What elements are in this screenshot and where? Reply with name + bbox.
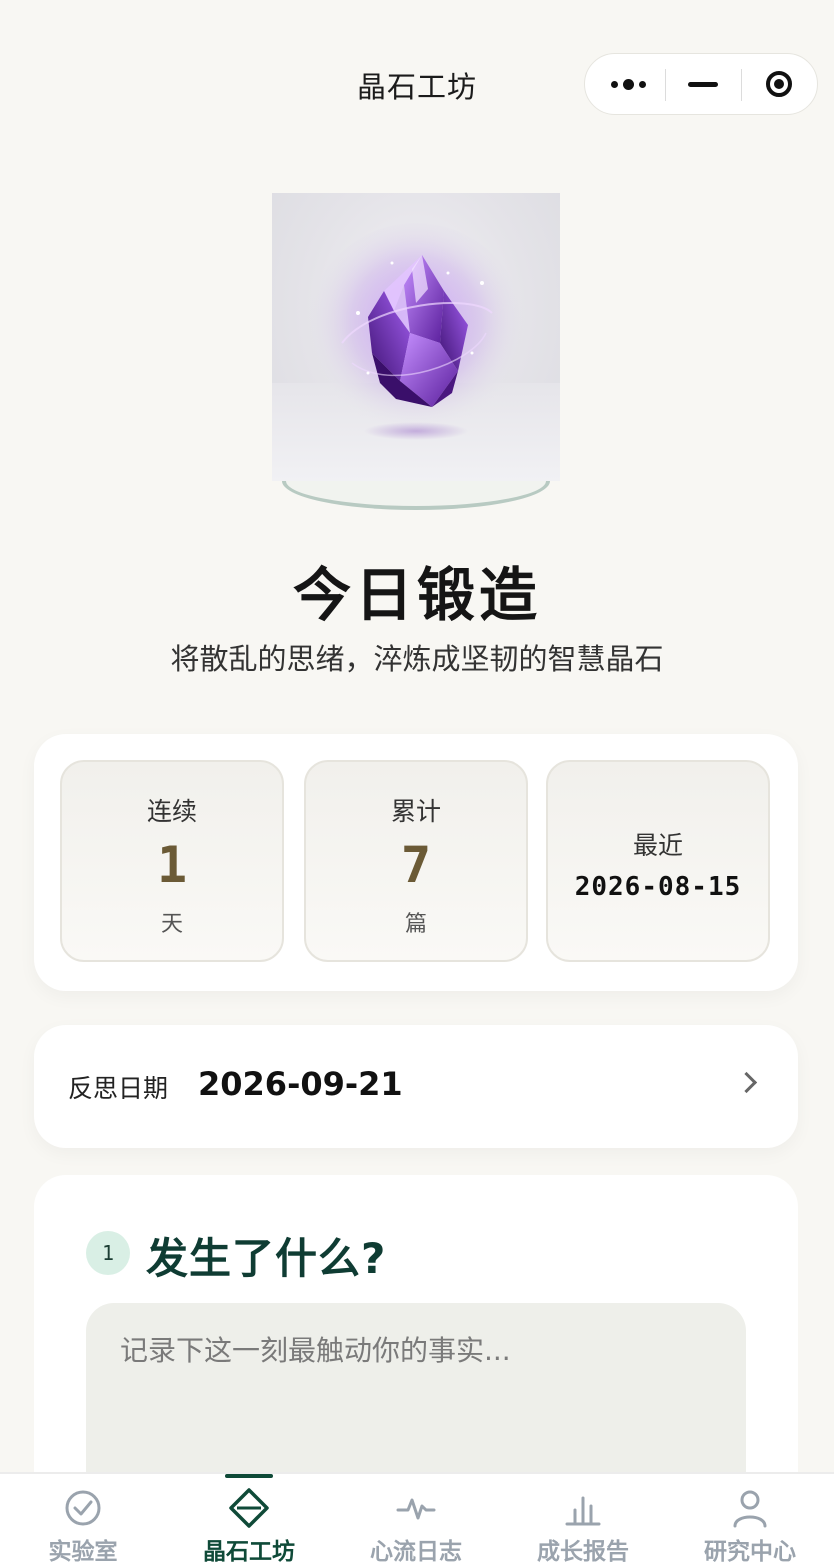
navigation-bar: 晶石工坊: [0, 0, 834, 170]
stats-card: 连续 1 天 累计 7 篇 最近 2026-08-15: [34, 734, 798, 991]
tab-growth-report[interactable]: 成长报告: [500, 1474, 666, 1566]
stat-total: 累计 7 篇: [304, 760, 528, 962]
stat-recent: 最近 2026-08-15: [546, 760, 770, 962]
pulse-icon: [396, 1498, 436, 1520]
chevron-right-icon: [735, 1071, 758, 1094]
tab-bar: 实验室 晶石工坊 心流日志 成长报告 研究中心: [0, 1472, 834, 1566]
stat-label: 连续: [146, 797, 197, 826]
mini-program-capsule: [584, 53, 818, 115]
diamond-icon: [229, 1488, 269, 1528]
stat-value: 7: [400, 836, 432, 894]
tab-label: 成长报告: [537, 1539, 629, 1565]
close-button[interactable]: [741, 54, 817, 114]
user-icon: [733, 1490, 767, 1528]
stat-label: 累计: [390, 797, 441, 826]
question-title: 发生了什么?: [146, 1234, 387, 1283]
stat-unit: 篇: [404, 912, 427, 937]
tab-flow-journal[interactable]: 心流日志: [333, 1474, 499, 1566]
more-button[interactable]: [591, 54, 665, 114]
date-value: 2026-09-21: [198, 1065, 403, 1103]
stat-value: 1: [156, 836, 188, 894]
crystal-image: [272, 193, 560, 481]
close-target-icon: [766, 71, 792, 97]
minimize-button[interactable]: [665, 54, 741, 114]
tab-label: 实验室: [48, 1539, 118, 1565]
minimize-icon: [688, 81, 718, 87]
app-screen: 晶石工坊 今日锻造 将散乱的思绪，淬炼成坚韧的智慧晶石 连续 1 天 累计 7 …: [0, 0, 834, 1566]
tab-label: 晶石工坊: [203, 1539, 295, 1565]
more-dots-icon: [610, 78, 646, 90]
tab-label: 研究中心: [704, 1539, 796, 1565]
stat-label: 最近: [632, 831, 683, 860]
bar-chart-icon: [565, 1496, 601, 1526]
stat-unit: 天: [160, 912, 183, 937]
stat-date: 2026-08-15: [574, 872, 742, 902]
tab-crystal-workshop[interactable]: 晶石工坊: [166, 1474, 332, 1566]
tab-lab[interactable]: 实验室: [0, 1474, 166, 1566]
check-circle-icon: [65, 1490, 101, 1526]
tab-research-center[interactable]: 研究中心: [667, 1474, 833, 1566]
stat-streak: 连续 1 天: [60, 760, 284, 962]
hero-subtitle: 将散乱的思绪，淬炼成坚韧的智慧晶石: [170, 642, 664, 676]
tab-label: 心流日志: [370, 1539, 462, 1565]
hero-title: 今日锻造: [292, 561, 541, 629]
step-badge: 1: [86, 1231, 130, 1275]
reflection-date-picker[interactable]: 反思日期 2026-09-21: [34, 1025, 798, 1148]
date-label: 反思日期: [68, 1074, 169, 1103]
crystal-icon: [272, 223, 560, 481]
